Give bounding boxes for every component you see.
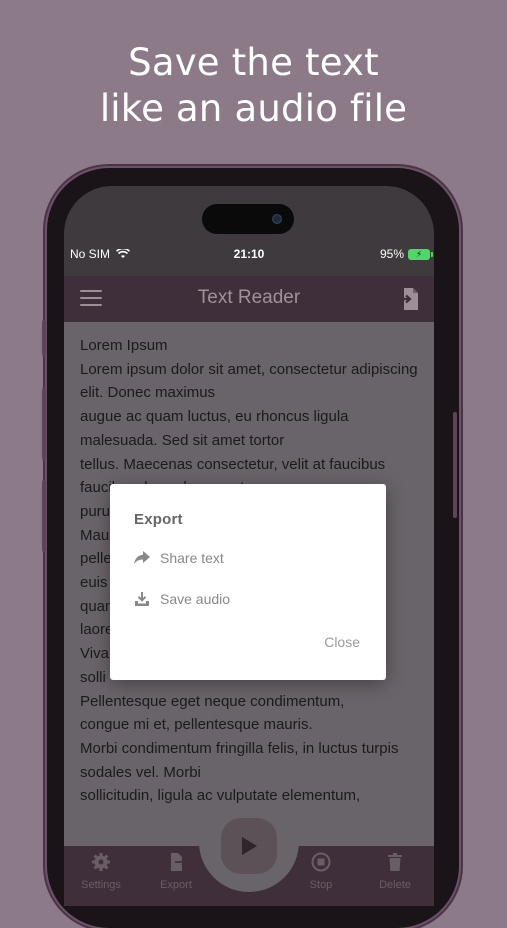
stop-icon (311, 852, 331, 872)
nav-stop-label: Stop (309, 879, 333, 891)
save-audio-label: Save audio (160, 591, 231, 607)
phone-side-button (42, 388, 46, 460)
trash-icon (388, 853, 402, 871)
nav-delete[interactable]: Delete (365, 852, 425, 891)
dialog-title: Export (134, 511, 183, 528)
camera-icon (272, 214, 282, 224)
export-button[interactable] (396, 286, 422, 312)
nav-settings[interactable]: Settings (71, 852, 131, 891)
nav-settings-label: Settings (81, 879, 121, 891)
download-icon (135, 592, 149, 606)
headline: Save the text like an audio file (0, 40, 507, 132)
battery-charging-icon: ⚡ (408, 248, 433, 260)
export-file-icon (171, 853, 187, 871)
nav-export-label: Export (160, 879, 192, 891)
play-button[interactable] (221, 818, 277, 874)
export-dialog: Export Share text Save audio Close (110, 484, 386, 680)
headline-line2: like an audio file (99, 87, 408, 130)
phone-side-button (42, 320, 46, 356)
nav-stop[interactable]: Stop (291, 852, 351, 891)
nav-delete-label: Delete (379, 879, 411, 891)
gear-icon (92, 853, 110, 871)
app-bar: Text Reader (64, 276, 434, 322)
close-button[interactable]: Close (324, 634, 360, 650)
play-icon (242, 837, 257, 855)
status-time: 21:10 (233, 247, 265, 261)
phone-side-button (42, 480, 46, 552)
nav-export[interactable]: Export (146, 852, 206, 891)
save-audio-option[interactable]: Save audio (134, 591, 230, 607)
share-text-option[interactable]: Share text (134, 550, 224, 566)
status-bar: No SIM 21:10 95% ⚡ (64, 244, 434, 266)
share-arrow-icon (134, 551, 150, 565)
headline-line1: Save the text (128, 41, 379, 84)
app-title: Text Reader (197, 287, 301, 308)
phone-power-button (453, 412, 457, 518)
battery-percent: 95% (379, 247, 404, 261)
share-text-label: Share text (160, 550, 224, 566)
dynamic-island (202, 204, 294, 234)
